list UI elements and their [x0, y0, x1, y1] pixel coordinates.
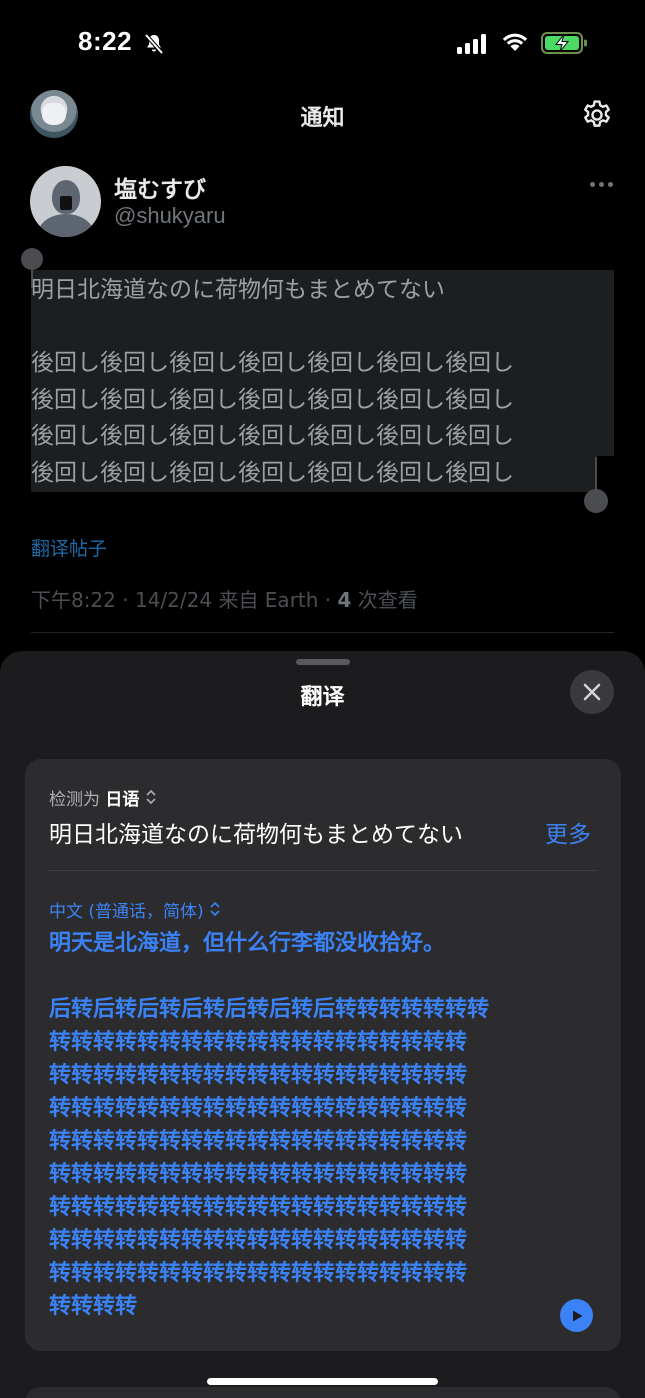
sheet-title: 翻译 [300, 685, 345, 710]
tweet-author-avatar[interactable] [30, 166, 101, 237]
divider [31, 632, 614, 633]
top-nav-bar: 通知 [0, 88, 645, 146]
translated-text-line: 转转转转转转转转转转转转转转转转转转转 [49, 1261, 468, 1286]
translated-text: 明天是北海道，但什么行李都没收拾好。 后转后转后转后转后转后转后转转转转转转转 … [49, 927, 549, 1323]
next-card [25, 1387, 621, 1398]
tweet-handle[interactable]: @shukyaru [114, 203, 226, 229]
translated-text-line: 转转转转转转转转转转转转转转转转转转转 [49, 1096, 468, 1121]
source-text: 明日北海道なのに荷物何もまとめてない [49, 822, 463, 848]
battery-charging-icon [541, 32, 587, 54]
tweet-text-line: 後回し後回し後回し後回し後回し後回し後回し [31, 386, 514, 413]
chevron-up-down-icon [146, 789, 156, 805]
translated-text-line: 后转后转后转后转后转后转后转转转转转转转 [49, 997, 490, 1022]
play-button[interactable] [560, 1299, 593, 1332]
cellular-signal-icon [457, 32, 486, 54]
close-button[interactable] [570, 670, 614, 714]
home-indicator[interactable] [207, 1378, 438, 1385]
translated-text-line: 转转转转转转转转转转转转转转转转转转转 [49, 1129, 468, 1154]
close-icon [583, 683, 601, 701]
translation-card: 检测为 日语 明日北海道なのに荷物何もまとめてない 更多 中文 (普通话，简体)… [25, 759, 621, 1351]
tweet-views-count: 4 [337, 588, 352, 612]
more-button[interactable]: 更多 [545, 815, 591, 849]
tweet-metadata: 下午8:22 · 14/2/24 来自 Earth · 4 次查看 [31, 584, 418, 613]
translate-post-link[interactable]: 翻译帖子 [31, 534, 107, 561]
wifi-icon [502, 33, 528, 51]
target-language-selector[interactable]: 中文 (普通话，简体) [49, 897, 221, 922]
tweet-display-name[interactable]: 塩むすび [114, 170, 206, 204]
translated-text-line: 明天是北海道，但什么行李都没收拾好。 [49, 931, 446, 956]
divider [49, 870, 597, 871]
tweet-text-line: 明日北海道なのに荷物何もまとめてない [31, 277, 445, 303]
bell-slash-icon [144, 33, 164, 55]
translated-text-line [49, 960, 549, 993]
translated-text-line: 转转转转转转转转转转转转转转转转转转转 [49, 1195, 468, 1220]
translated-text-line: 转转转转转转转转转转转转转转转转转转转 [49, 1228, 468, 1253]
tweet-text-line: 後回し後回し後回し後回し後回し後回し後回し [31, 459, 514, 486]
tweet-views-label: 次查看 [351, 588, 418, 612]
translated-text-line: 转转转转转转转转转转转转转转转转转转转 [49, 1162, 468, 1187]
tweet-timestamp-source: 下午8:22 · 14/2/24 来自 Earth · [31, 588, 338, 612]
page-title: 通知 [300, 106, 345, 131]
translated-text-line: 转转转转 [49, 1294, 138, 1319]
chevron-up-down-icon [210, 901, 220, 917]
status-bar: 8:22 [0, 0, 645, 88]
target-language-value: 中文 (普通话，简体) [49, 902, 204, 922]
tweet-text[interactable]: 明日北海道なのに荷物何もまとめてない 後回し後回し後回し後回し後回し後回し後回し… [31, 272, 611, 491]
tweet: 塩むすび @shukyaru 明日北海道なのに荷物何もまとめてない 後回し後回し… [0, 146, 645, 666]
tweet-text-line: 後回し後回し後回し後回し後回し後回し後回し [31, 350, 514, 376]
translate-sheet: 翻译 检测为 日语 明日北海道なのに荷物何もまとめてない 更多 中文 (普通话，… [0, 651, 645, 1398]
detected-language-value: 日语 [105, 790, 140, 810]
selection-end-handle[interactable] [584, 457, 610, 515]
tweet-text-line [31, 309, 611, 346]
translated-text-line: 转转转转转转转转转转转转转转转转转转转 [49, 1030, 468, 1055]
more-options-icon[interactable] [590, 182, 613, 187]
tweet-text-line: 後回し後回し後回し後回し後回し後回し後回し [31, 423, 514, 449]
play-icon [572, 1310, 582, 1321]
detected-language-prefix: 检测为 [49, 790, 100, 810]
source-text-fade [465, 813, 525, 849]
gear-icon[interactable] [580, 98, 614, 132]
status-time: 8:22 [78, 26, 133, 56]
translated-text-line: 转转转转转转转转转转转转转转转转转转转 [49, 1063, 468, 1088]
sheet-grabber[interactable] [296, 659, 350, 665]
detected-language[interactable]: 检测为 日语 [49, 785, 157, 810]
